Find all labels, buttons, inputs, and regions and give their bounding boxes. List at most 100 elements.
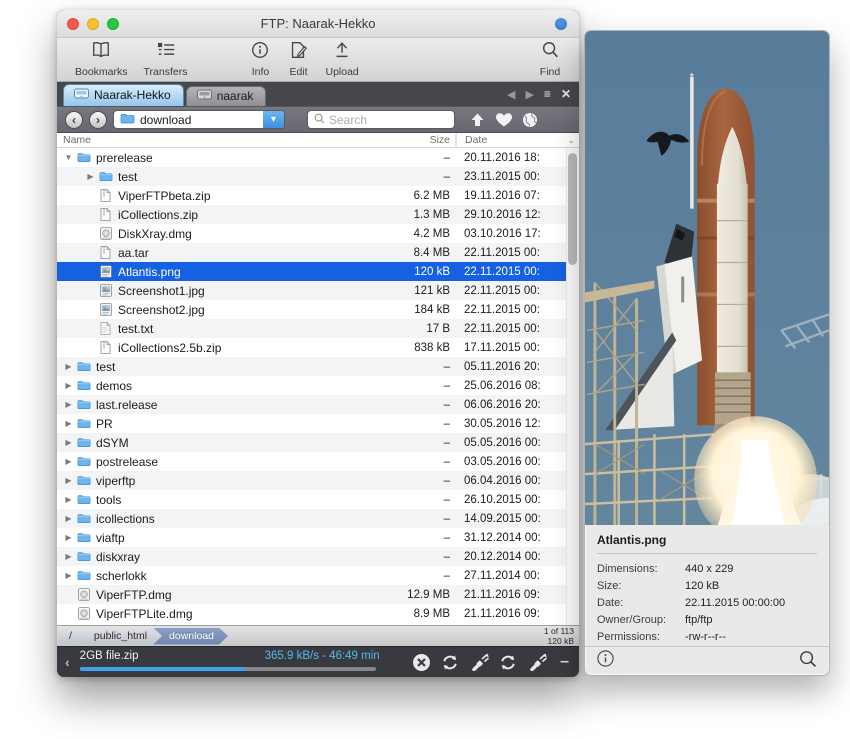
file-row-viperftpbeta-zip[interactable]: ViperFTPbeta.zip6.2 MB19.11.2016 07:	[57, 186, 579, 205]
disclosure-triangle-icon[interactable]: ▶	[62, 514, 75, 523]
tab-history-forward-icon[interactable]: ▶	[525, 88, 533, 101]
ftp-main-window: FTP: Naarak-Hekko Bookmarks Transfers In…	[57, 10, 579, 677]
collapse-transfers-button[interactable]: –	[560, 653, 569, 671]
disclosure-triangle-icon[interactable]: ▼	[62, 153, 75, 162]
forward-button[interactable]: ›	[89, 111, 107, 129]
title-bar[interactable]: FTP: Naarak-Hekko	[57, 10, 579, 38]
tab-menu-icon[interactable]: ≡	[544, 87, 551, 101]
bookmarks-button[interactable]: Bookmarks	[75, 40, 128, 78]
text-icon	[97, 322, 114, 335]
window-title: FTP: Naarak-Hekko	[57, 16, 579, 31]
tab-history-back-icon[interactable]: ◀	[507, 88, 515, 101]
preview-window: Atlantis.png Dimensions:440 x 229Size:12…	[584, 30, 830, 676]
preview-filename: Atlantis.png	[597, 533, 817, 554]
field-value: 120 kB	[685, 578, 719, 595]
cancel-transfer-button[interactable]	[412, 653, 431, 672]
file-row-demos[interactable]: ▶demos–25.06.2016 08:	[57, 376, 579, 395]
disclosure-triangle-icon[interactable]: ▶	[62, 476, 75, 485]
path-bar: ‹ › download ▾ Search	[57, 106, 579, 133]
breadcrumb-segment-download[interactable]: download	[153, 628, 228, 645]
file-date: 22.11.2015 00:	[464, 247, 564, 259]
column-date[interactable]: Date	[456, 133, 565, 147]
folder-icon	[75, 399, 92, 410]
sync-all-icon[interactable]	[498, 653, 518, 672]
breadcrumb-segment-public_html[interactable]: public_html	[78, 628, 161, 645]
sync-icon[interactable]	[440, 653, 460, 672]
disclosure-triangle-icon[interactable]: ▶	[62, 571, 75, 580]
tab-naarak-hekko[interactable]: Naarak-Hekko	[63, 84, 184, 106]
file-row-icollections-zip[interactable]: iCollections.zip1.3 MB29.10.2016 12:	[57, 205, 579, 224]
file-row-viperftplite-dmg[interactable]: ViperFTPLite.dmg8.9 MB21.11.2016 09:	[57, 604, 579, 623]
upload-button[interactable]: Upload	[325, 40, 358, 78]
scrollbar-thumb[interactable]	[568, 153, 577, 265]
disclosure-triangle-icon[interactable]: ▶	[62, 381, 75, 390]
file-row-postrelease[interactable]: ▶postrelease–03.05.2016 00:	[57, 452, 579, 471]
file-row-test[interactable]: ▶test–05.11.2016 20:	[57, 357, 579, 376]
info-icon[interactable]	[597, 650, 614, 672]
file-row-viperftp-dmg[interactable]: ViperFTP.dmg12.9 MB21.11.2016 09:	[57, 585, 579, 604]
edit-icon	[287, 40, 309, 65]
file-row-screenshot1-jpg[interactable]: Screenshot1.jpg121 kB22.11.2015 00:	[57, 281, 579, 300]
disclosure-triangle-icon[interactable]: ▶	[62, 438, 75, 447]
disconnect-plug-icon[interactable]	[527, 653, 547, 672]
file-row-icollections[interactable]: ▶icollections–14.09.2015 00:	[57, 509, 579, 528]
disclosure-triangle-icon[interactable]: ▶	[62, 552, 75, 561]
edit-button[interactable]: Edit	[287, 40, 309, 78]
disclosure-triangle-icon[interactable]: ▶	[62, 457, 75, 466]
info-button[interactable]: Info	[249, 40, 271, 78]
scrollbar-track[interactable]	[566, 148, 579, 625]
field-label: Size:	[597, 578, 685, 595]
preview-footer	[585, 646, 829, 675]
column-size[interactable]: Size	[377, 134, 450, 146]
back-button[interactable]: ‹	[65, 111, 83, 129]
favorites-heart-button[interactable]	[495, 112, 513, 128]
selection-size-status: 120 kB	[544, 637, 574, 647]
file-size: 8.9 MB	[357, 608, 450, 620]
server-icon	[74, 88, 89, 102]
find-button[interactable]: Find	[539, 40, 561, 78]
file-size: –	[357, 570, 450, 582]
tab-close-icon[interactable]: ✕	[561, 87, 571, 101]
connection-status-dot	[555, 18, 567, 30]
parent-directory-button[interactable]	[469, 112, 486, 128]
sort-direction-icon[interactable]: ⌄	[567, 135, 575, 146]
chevron-down-icon[interactable]: ▾	[263, 111, 284, 128]
file-date: 03.10.2016 17:	[464, 228, 564, 240]
file-size: 4.2 MB	[357, 228, 450, 240]
search-input[interactable]: Search	[307, 110, 455, 129]
disclosure-triangle-icon[interactable]: ▶	[62, 362, 75, 371]
chevron-left-icon[interactable]: ‹	[65, 654, 70, 670]
tab-naarak[interactable]: naarak	[186, 86, 267, 106]
file-row-pr[interactable]: ▶PR–30.05.2016 12:	[57, 414, 579, 433]
file-row-atlantis-png[interactable]: Atlantis.png120 kB22.11.2015 00:	[57, 262, 579, 281]
file-row-viaftp[interactable]: ▶viaftp–31.12.2014 00:	[57, 528, 579, 547]
file-row-diskxray-dmg[interactable]: DiskXray.dmg4.2 MB03.10.2016 17:	[57, 224, 579, 243]
file-row-last-release[interactable]: ▶last.release–06.06.2016 20:	[57, 395, 579, 414]
file-row-tools[interactable]: ▶tools–26.10.2015 00:	[57, 490, 579, 509]
file-row-diskxray[interactable]: ▶diskxray–20.12.2014 00:	[57, 547, 579, 566]
magnifier-icon[interactable]	[799, 650, 817, 673]
disclosure-triangle-icon[interactable]: ▶	[62, 419, 75, 428]
disclosure-triangle-icon[interactable]: ▶	[62, 495, 75, 504]
file-row-icollections2-5b-zip[interactable]: iCollections2.5b.zip838 kB17.11.2015 00:	[57, 338, 579, 357]
disclosure-triangle-icon[interactable]: ▶	[62, 533, 75, 542]
file-row-viperftp[interactable]: ▶viperftp–06.04.2016 00:	[57, 471, 579, 490]
transfers-button[interactable]: Transfers	[144, 40, 188, 78]
file-row-scherlokk[interactable]: ▶scherlokk–27.11.2014 00:	[57, 566, 579, 585]
file-size: –	[357, 152, 450, 164]
file-date: 23.11.2015 00:	[464, 171, 564, 183]
column-header: Name Size Date ⌄	[57, 133, 579, 148]
file-row-screenshot2-jpg[interactable]: Screenshot2.jpg184 kB22.11.2015 00:	[57, 300, 579, 319]
disclosure-triangle-icon[interactable]: ▶	[62, 400, 75, 409]
file-row-test[interactable]: ▶test–23.11.2015 00:	[57, 167, 579, 186]
file-row-aa-tar[interactable]: aa.tar8.4 MB22.11.2015 00:	[57, 243, 579, 262]
file-row-test-txt[interactable]: test.txt17 B22.11.2015 00:	[57, 319, 579, 338]
file-row-dsym[interactable]: ▶dSYM–05.05.2016 00:	[57, 433, 579, 452]
file-size: –	[357, 494, 450, 506]
globe-button[interactable]	[522, 112, 538, 128]
disclosure-triangle-icon[interactable]: ▶	[84, 172, 97, 181]
connect-plug-icon[interactable]	[469, 653, 489, 672]
directory-dropdown[interactable]: download ▾	[113, 110, 285, 129]
file-row-prerelease[interactable]: ▼prerelease–20.11.2016 18:	[57, 148, 579, 167]
file-size: –	[357, 380, 450, 392]
